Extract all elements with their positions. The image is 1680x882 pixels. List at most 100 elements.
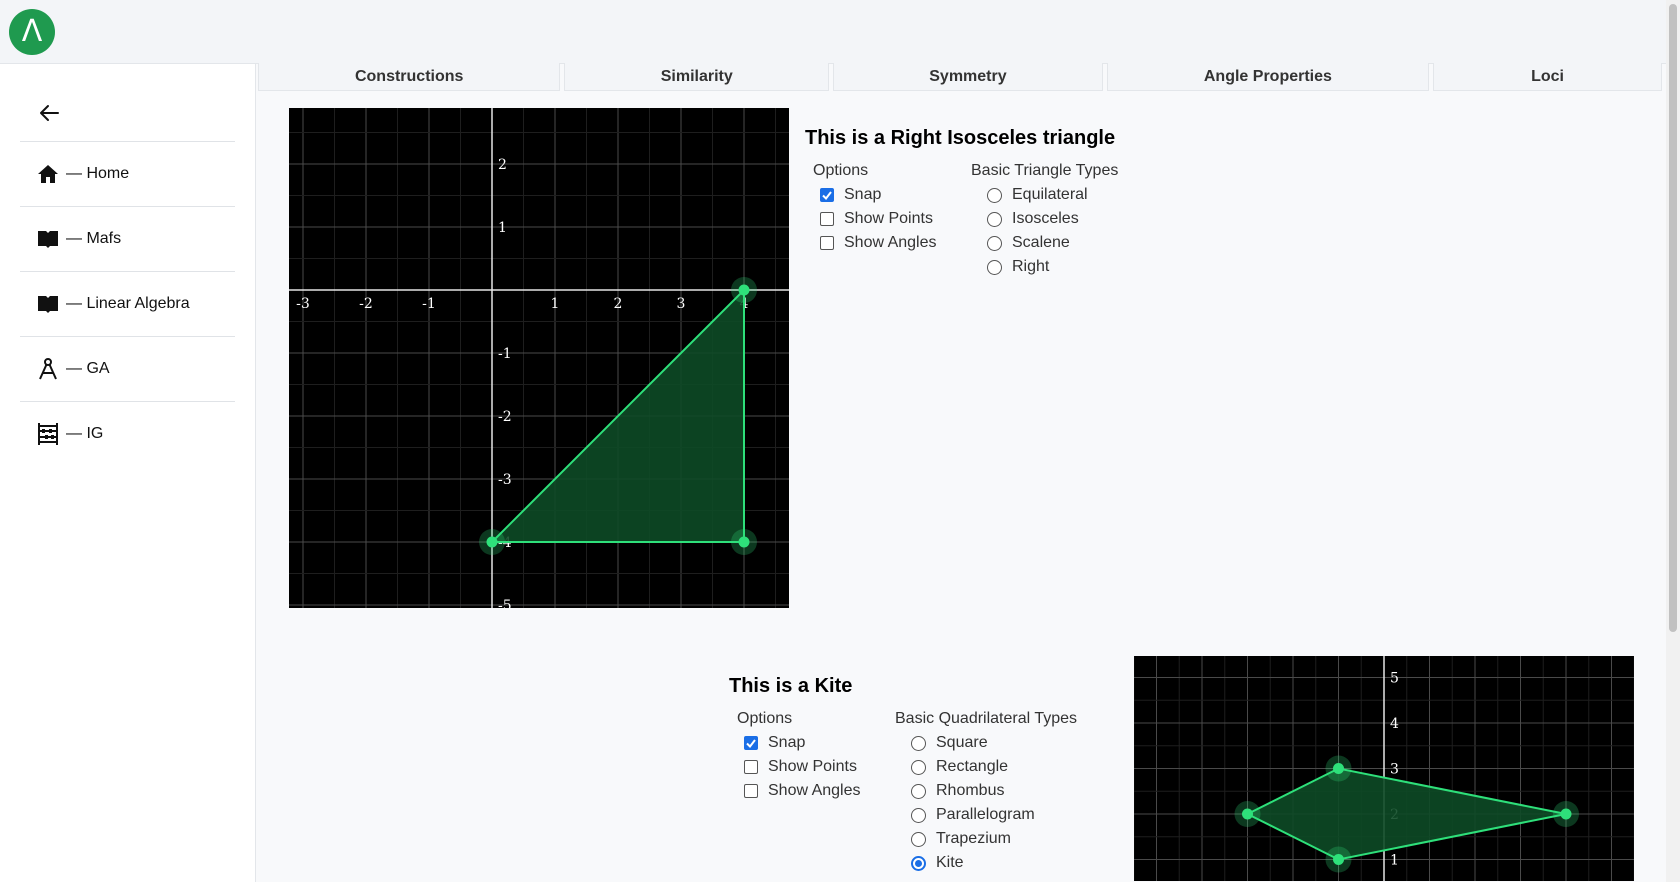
sidebar-item-linear-algebra[interactable]: — Linear Algebra [20, 271, 235, 336]
right-radio[interactable]: Right [987, 258, 1049, 276]
option-label: Snap [844, 186, 882, 203]
tab-label: Angle Properties [1203, 67, 1332, 85]
rhombus-radio[interactable]: Rhombus [911, 782, 1004, 800]
rectangle-radio[interactable]: Rectangle [911, 758, 1008, 776]
option-label: Kite [936, 854, 964, 871]
sidebar-item-mafs[interactable]: — Mafs [20, 206, 235, 271]
vertex-point[interactable] [738, 284, 750, 296]
scrollbar[interactable] [1666, 0, 1680, 882]
option-label: Isosceles [1012, 210, 1079, 227]
tab-label: Constructions [354, 67, 464, 85]
vertex-point[interactable] [1242, 808, 1253, 820]
x-tick-label: 1 [551, 296, 560, 312]
vertex-point[interactable] [1333, 854, 1344, 865]
vertex-point[interactable] [486, 536, 498, 548]
option-label: Show Angles [768, 782, 861, 799]
sidebar-item-ig[interactable]: — IG [20, 401, 235, 466]
radio-circle[interactable] [911, 735, 926, 751]
square-radio[interactable]: Square [911, 734, 988, 752]
y-tick-label: 1 [498, 220, 507, 236]
tab-symmetry[interactable]: Symmetry [833, 63, 1103, 91]
radio-circle[interactable] [911, 807, 926, 823]
vertex-point[interactable] [1333, 763, 1344, 774]
trapezium-radio[interactable]: Trapezium [911, 830, 1011, 848]
snap-checkbox[interactable]: Snap [820, 186, 881, 204]
tab-similarity[interactable]: Similarity [564, 63, 830, 91]
equilateral-radio[interactable]: Equilateral [987, 186, 1088, 204]
option-label: Rectangle [936, 758, 1009, 775]
checkbox-box[interactable] [744, 736, 758, 750]
check-icon [746, 738, 756, 748]
tab-constructions[interactable]: Constructions [258, 63, 561, 91]
sidebar-item-label: — Mafs [66, 230, 122, 247]
y-tick-label: 4 [1390, 716, 1399, 732]
kite-graph[interactable]: 54321 [1134, 656, 1634, 881]
x-tick-label: -2 [359, 296, 373, 312]
top-bar: Λ [0, 0, 1666, 64]
check-icon [822, 190, 832, 200]
checkbox-box[interactable] [820, 212, 834, 226]
y-tick-label: 3 [1390, 762, 1399, 778]
kite-snap-checkbox[interactable]: Snap [744, 734, 805, 752]
x-tick-label: -1 [422, 296, 436, 312]
option-label: Square [936, 734, 988, 751]
option-label: Show Points [768, 758, 857, 775]
tab-label: Symmetry [929, 67, 1007, 85]
y-tick-label: -5 [498, 598, 512, 608]
isosceles-radio[interactable]: Isosceles [987, 210, 1079, 228]
parallelogram-radio[interactable]: Parallelogram [911, 806, 1035, 824]
checkbox-box[interactable] [744, 760, 758, 774]
vertex-point[interactable] [738, 536, 750, 548]
radio-circle[interactable] [987, 259, 1002, 275]
x-tick-label: 3 [677, 296, 686, 312]
radio-circle[interactable] [911, 759, 926, 775]
sidebar-item-label: — IG [66, 425, 104, 442]
app-logo[interactable]: Λ [9, 9, 55, 55]
sidebar-item-home[interactable]: — Home [20, 141, 235, 206]
checkbox-box[interactable] [820, 188, 834, 202]
tab-bar: Constructions Similarity Symmetry Angle … [258, 63, 1666, 93]
y-tick-label: 5 [1390, 671, 1399, 687]
show-angles-checkbox[interactable]: Show Angles [820, 234, 937, 252]
abacus-icon [36, 422, 60, 446]
sidebar-item-label: — Linear Algebra [66, 295, 190, 312]
radio-circle[interactable] [987, 235, 1002, 251]
option-label: Equilateral [1012, 186, 1088, 203]
vertex-point[interactable] [1560, 808, 1572, 820]
y-tick-label: 2 [498, 157, 507, 173]
kite-title: This is a Kite [729, 675, 853, 697]
triangle-types-title: Basic Triangle Types [971, 162, 1119, 179]
home-icon [36, 162, 60, 186]
radio-circle[interactable] [911, 783, 926, 799]
sidebar-item-label: — GA [66, 360, 110, 377]
option-label: Show Points [844, 210, 933, 227]
scalene-radio[interactable]: Scalene [987, 234, 1070, 252]
book-icon [36, 292, 60, 316]
checkbox-box[interactable] [744, 784, 758, 798]
triangle-graph[interactable]: -3-2-1123421-1-2-3-4-5 [289, 108, 789, 608]
option-label: Snap [768, 734, 806, 751]
tab-label: Loci [1531, 67, 1564, 85]
radio-circle[interactable] [987, 211, 1002, 227]
tab-angle-properties[interactable]: Angle Properties [1106, 63, 1429, 91]
radio-circle[interactable] [987, 187, 1002, 203]
compass-icon [36, 357, 60, 381]
y-tick-label: 1 [1390, 853, 1399, 869]
y-tick-label: -3 [498, 472, 512, 488]
scrollbar-thumb[interactable] [1669, 4, 1677, 632]
checkbox-box[interactable] [820, 236, 834, 250]
tab-loci[interactable]: Loci [1433, 63, 1663, 91]
option-label: Parallelogram [936, 806, 1035, 823]
triangle-title: This is a Right Isosceles triangle [805, 127, 1116, 149]
option-label: Show Angles [844, 234, 937, 251]
sidebar-item-ga[interactable]: — GA [20, 336, 235, 401]
kite-options-title: Options [737, 710, 793, 727]
kite-show-points-checkbox[interactable]: Show Points [744, 758, 857, 776]
back-button[interactable] [36, 100, 62, 126]
radio-circle[interactable] [911, 831, 926, 847]
kite-show-angles-checkbox[interactable]: Show Angles [744, 782, 861, 800]
y-tick-label: -2 [498, 409, 512, 425]
radio-circle[interactable] [911, 855, 926, 871]
show-points-checkbox[interactable]: Show Points [820, 210, 933, 228]
kite-radio[interactable]: Kite [911, 854, 964, 872]
